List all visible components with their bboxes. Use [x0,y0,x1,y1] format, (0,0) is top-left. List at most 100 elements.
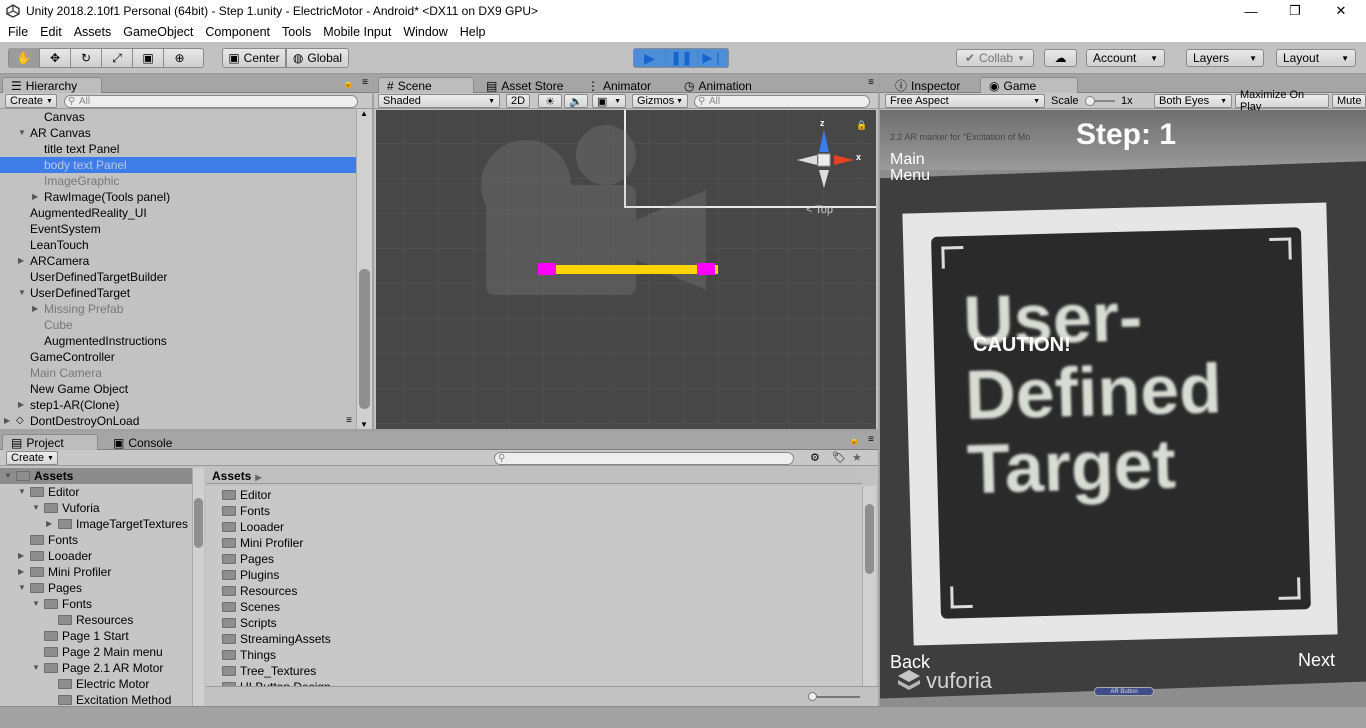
tab-animator[interactable]: ⋮ Animator [578,77,660,93]
menu-assets[interactable]: Assets [68,25,118,39]
tab-hierarchy[interactable]: ☰ Hierarchy [2,77,102,93]
project-folder-item[interactable]: Scripts [206,615,862,631]
next-button[interactable]: Next [1298,650,1335,671]
project-tree-item[interactable]: Resources [0,612,192,628]
hierarchy-create-dropdown[interactable]: Create ▼ [5,94,57,108]
hierarchy-item[interactable]: LeanTouch [0,237,356,253]
cloud-button[interactable]: ☁ [1044,49,1077,67]
hierarchy-item[interactable]: UserDefinedTargetBuilder [0,269,356,285]
tab-project[interactable]: ▤ Project [2,434,98,450]
game-viewport[interactable]: User- Defined Target 2.2 AR marker for "… [880,110,1366,706]
tab-inspector[interactable]: ⓘ Inspector [886,77,969,94]
main-menu-button[interactable]: Main Menu [890,152,930,184]
expand-arrow-open-icon[interactable]: ▼ [32,596,40,612]
transform-all-tool-icon[interactable]: ⊕ [164,48,195,68]
gizmos-dropdown[interactable]: Gizmos ▼ [632,94,688,108]
tab-game[interactable]: ◉ Game [980,77,1078,93]
expand-arrow-closed-icon[interactable]: ▶ [32,301,38,317]
project-tree-item[interactable]: Fonts [0,532,192,548]
mute-toggle[interactable]: Mute [1332,94,1366,108]
item-menu-icon[interactable]: ≡ [346,413,352,429]
project-folder-item[interactable]: Plugins [206,567,862,583]
hierarchy-item[interactable]: ▶ step1-AR(Clone) [0,397,356,413]
project-folder-item[interactable]: Pages [206,551,862,567]
menu-mobile-input[interactable]: Mobile Input [317,25,397,39]
collab-button[interactable]: ✔ Collab ▼ [956,49,1034,67]
menu-window[interactable]: Window [397,25,453,39]
rotate-tool-icon[interactable]: ↻ [71,48,102,68]
project-folder-item[interactable]: Scenes [206,599,862,615]
project-search-input[interactable]: ⚲ [494,452,794,465]
lock-icon[interactable]: 🔒 [343,78,354,89]
hierarchy-item[interactable]: ▶ ARCamera [0,253,356,269]
project-tree-item[interactable]: ▼ Fonts [0,596,192,612]
view-orientation-label[interactable]: < Top [806,204,833,216]
hierarchy-item[interactable]: ▼ AR Canvas [0,125,356,141]
scene-ui-object[interactable] [540,265,718,274]
project-folder-item[interactable]: Mini Profiler [206,535,862,551]
project-tree-item[interactable]: ▼ Pages [0,580,192,596]
project-tree-item[interactable]: ▶ Looader [0,548,192,564]
maximize-on-play-toggle[interactable]: Maximize On Play [1235,89,1329,113]
hierarchy-scroll-thumb[interactable] [359,269,370,409]
project-folder-item[interactable]: Tree_Textures [206,663,862,679]
hierarchy-scrollbar[interactable]: ▲ ▼ [356,109,372,429]
project-tree-item[interactable]: ▶ ImageTargetTextures [0,516,192,532]
scale-tool-icon[interactable]: ⤢ [102,48,133,68]
project-tree-item[interactable]: ▼ Vuforia [0,500,192,516]
layers-dropdown[interactable]: Layers ▼ [1186,49,1264,67]
menu-gameobject[interactable]: GameObject [117,25,199,39]
layout-dropdown[interactable]: Layout ▼ [1276,49,1356,67]
scene-viewport[interactable]: z x < Top 🔒 [376,110,876,429]
pause-button[interactable]: ❚❚ [666,49,698,67]
scroll-down-icon[interactable]: ▼ [360,420,368,429]
tab-console[interactable]: ▣ Console [104,434,181,450]
project-create-dropdown[interactable]: Create ▼ [6,451,58,465]
rect-tool-icon[interactable]: ▣ [133,48,164,68]
lock-icon[interactable]: 🔒 [856,120,867,131]
hierarchy-item[interactable]: title text Panel [0,141,356,157]
expand-arrow-open-icon[interactable]: ▼ [32,660,40,676]
panel-menu-icon[interactable]: ≡ [362,77,368,88]
project-folder-item[interactable]: Resources [206,583,862,599]
stereo-eyes-dropdown[interactable]: Both Eyes ▼ [1154,94,1232,108]
hierarchy-item[interactable]: New Game Object [0,381,356,397]
expand-arrow-closed-icon[interactable]: ▶ [18,253,24,269]
project-folder-item[interactable]: Fonts [206,503,862,519]
maximize-button[interactable]: ❐ [1272,0,1318,22]
hierarchy-item[interactable]: ▼ UserDefinedTarget [0,285,356,301]
project-tree-scroll-thumb[interactable] [194,498,203,548]
project-tree-item[interactable]: Page 1 Start [0,628,192,644]
expand-arrow-closed-icon[interactable]: ▶ [32,189,38,205]
menu-tools[interactable]: Tools [276,25,317,39]
icon-size-slider[interactable] [808,692,860,701]
hand-tool-icon[interactable]: ✋ [9,48,40,68]
scale-slider-handle[interactable] [1085,96,1095,106]
project-folder-item[interactable]: Editor [206,487,862,503]
toggle-2d-button[interactable]: 2D [506,94,530,108]
expand-arrow-closed-icon[interactable]: ▶ [18,548,24,564]
project-tree-item[interactable]: ▶ Mini Profiler [0,564,192,580]
shading-mode-dropdown[interactable]: Shaded ▼ [378,94,500,108]
hierarchy-item[interactable]: AugmentedInstructions [0,333,356,349]
project-folder-item[interactable]: Things [206,647,862,663]
panel-menu-icon[interactable]: ≡ [868,77,874,88]
lock-icon[interactable]: 🔒 [849,435,860,446]
hierarchy-item[interactable]: EventSystem [0,221,356,237]
hierarchy-item[interactable]: Cube [0,317,356,333]
effects-dropdown[interactable]: ▣ ▼ [592,94,626,108]
project-folder-item[interactable]: StreamingAssets [206,631,862,647]
project-list-scrollbar[interactable] [862,486,876,686]
hierarchy-item[interactable]: Main Camera [0,365,356,381]
icon-size-slider-handle[interactable] [808,692,817,701]
hierarchy-item[interactable]: body text Panel [0,157,356,173]
panel-menu-icon[interactable]: ≡ [868,434,874,445]
expand-arrow-closed-icon[interactable]: ▶ [18,564,24,580]
minimize-button[interactable]: — [1228,0,1274,22]
pivot-global-button[interactable]: ◍ Global [286,48,349,68]
expand-arrow-open-icon[interactable]: ▼ [18,285,26,301]
hierarchy-item[interactable]: ▶ Missing Prefab [0,301,356,317]
play-button[interactable]: ▶ [634,49,666,67]
expand-arrow-closed-icon[interactable]: ▶ [4,413,10,429]
tab-scene[interactable]: # Scene [378,77,474,93]
